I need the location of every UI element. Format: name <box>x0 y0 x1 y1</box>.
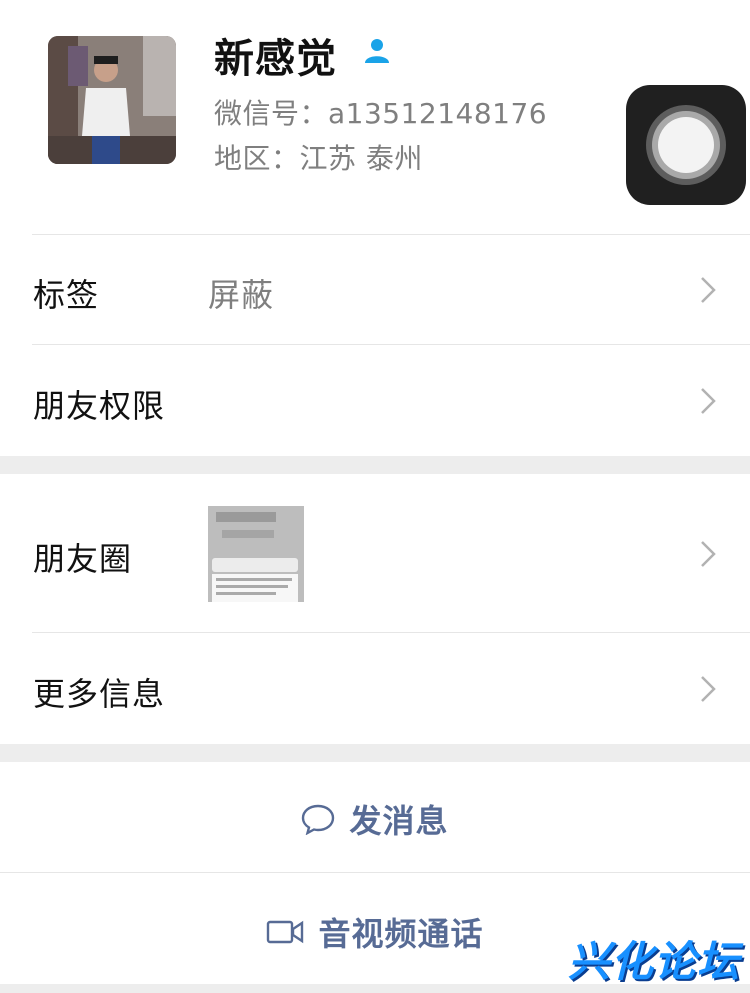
row-permissions[interactable]: 朋友权限 <box>0 345 750 456</box>
contact-name: 新感觉 <box>214 36 337 82</box>
video-call-label: 音视频通话 <box>318 915 484 953</box>
chevron-right-icon <box>701 277 716 303</box>
chevron-right-icon <box>701 541 716 567</box>
row-more-info[interactable]: 更多信息 <box>0 633 750 744</box>
contact-profile-page: 新感觉 微信号：a13512148176 地区：江苏 泰州 标签 屏蔽 朋友权限 <box>0 0 750 993</box>
settings-group: 标签 屏蔽 朋友权限 <box>0 234 750 456</box>
region: 地区：江苏 泰州 <box>214 142 423 175</box>
permissions-label: 朋友权限 <box>33 387 166 425</box>
tags-value: 屏蔽 <box>208 276 275 314</box>
chevron-right-icon <box>701 388 716 414</box>
avatar[interactable] <box>48 36 176 164</box>
info-group: 朋友圈 更多信息 <box>0 474 750 744</box>
moments-label: 朋友圈 <box>33 540 133 578</box>
moments-thumbnail <box>208 506 304 602</box>
row-tags[interactable]: 标签 屏蔽 <box>0 234 750 345</box>
forum-watermark: 兴化论坛 <box>567 937 740 986</box>
assistive-touch-icon[interactable] <box>626 85 746 205</box>
divider <box>0 872 750 873</box>
send-message-label: 发消息 <box>349 802 449 840</box>
person-icon <box>365 39 389 63</box>
profile-header: 新感觉 微信号：a13512148176 地区：江苏 泰州 <box>0 0 750 234</box>
chat-bubble-icon <box>302 804 335 835</box>
video-camera-icon <box>267 920 304 944</box>
tags-label: 标签 <box>33 276 100 314</box>
chevron-right-icon <box>701 676 716 702</box>
wechat-id: 微信号：a13512148176 <box>214 97 548 130</box>
row-moments[interactable]: 朋友圈 <box>0 474 750 632</box>
send-message-button[interactable]: 发消息 <box>0 796 750 843</box>
more-info-label: 更多信息 <box>33 675 166 713</box>
